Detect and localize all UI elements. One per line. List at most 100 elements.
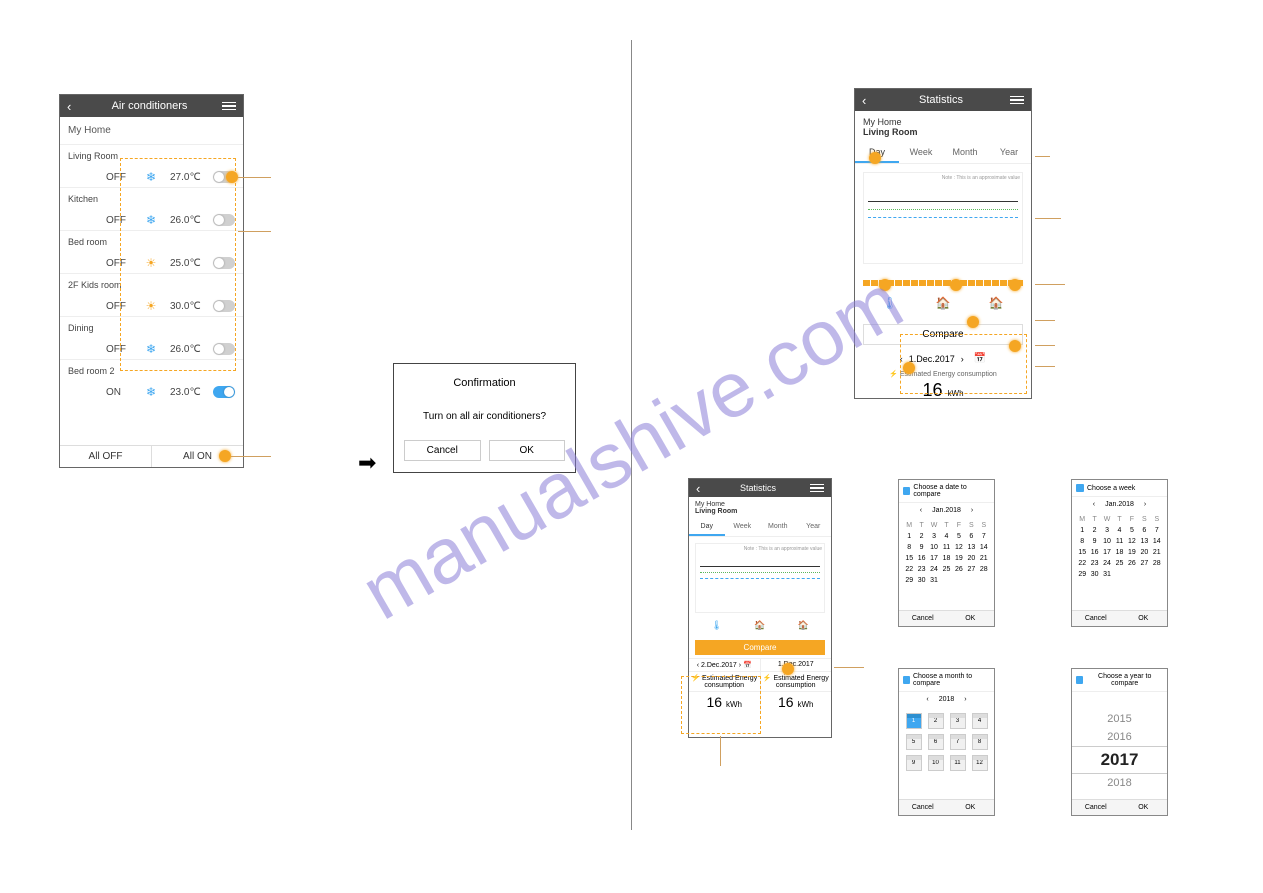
next-icon[interactable]: › (971, 507, 973, 514)
month-cell[interactable]: 12 (972, 755, 988, 771)
tab-year[interactable]: Year (796, 519, 832, 536)
cancel-button[interactable]: Cancel (1072, 611, 1120, 626)
day-cell[interactable]: 18 (1113, 547, 1125, 558)
day-cell[interactable]: 1 (903, 531, 915, 542)
month-grid[interactable]: 123456789101112 (899, 707, 994, 777)
year-option[interactable]: 2015 (1072, 710, 1167, 728)
year-list[interactable]: 2015 2016 2017 2018 (1072, 692, 1167, 792)
day-cell[interactable]: 14 (978, 542, 990, 553)
day-cell[interactable]: 5 (1126, 525, 1138, 536)
year-option-selected[interactable]: 2017 (1072, 746, 1167, 774)
next-icon[interactable]: › (1144, 501, 1146, 508)
day-cell[interactable]: 23 (1088, 558, 1100, 569)
day-cell[interactable]: 4 (940, 531, 952, 542)
ok-button[interactable]: OK (1120, 800, 1168, 815)
prev-icon[interactable]: ‹ (926, 696, 928, 703)
day-cell[interactable]: 9 (915, 542, 927, 553)
month-cell[interactable]: 9 (906, 755, 922, 771)
tab-month[interactable]: Month (760, 519, 796, 536)
cancel-button[interactable]: Cancel (899, 800, 947, 815)
day-cell[interactable]: 9 (1088, 536, 1100, 547)
day-cell[interactable]: 12 (953, 542, 965, 553)
day-cell[interactable]: 11 (1113, 536, 1125, 547)
calendar-grid[interactable]: MTWTFSS123456789101112131415161718192021… (1072, 512, 1167, 582)
day-cell[interactable]: 21 (1151, 547, 1163, 558)
day-cell[interactable]: 7 (978, 531, 990, 542)
day-cell[interactable]: 4 (1113, 525, 1125, 536)
day-cell[interactable]: 8 (1076, 536, 1088, 547)
day-cell[interactable]: 8 (903, 542, 915, 553)
day-cell[interactable]: 14 (1151, 536, 1163, 547)
back-icon[interactable]: ‹ (67, 99, 77, 114)
cancel-button[interactable]: Cancel (899, 611, 947, 626)
day-cell[interactable]: 27 (965, 564, 977, 575)
thermometer-icon[interactable]: 🌡 (883, 296, 897, 310)
day-cell[interactable]: 30 (915, 575, 927, 586)
month-cell[interactable]: 6 (928, 734, 944, 750)
power-toggle[interactable] (213, 386, 235, 398)
day-cell[interactable]: 25 (940, 564, 952, 575)
power-toggle[interactable] (213, 343, 235, 355)
day-cell[interactable]: 26 (953, 564, 965, 575)
day-cell[interactable]: 2 (1088, 525, 1100, 536)
day-cell[interactable]: 27 (1138, 558, 1150, 569)
day-cell[interactable]: 23 (915, 564, 927, 575)
thermometer-icon[interactable]: 🌡 (712, 620, 722, 630)
power-toggle[interactable] (213, 257, 235, 269)
menu-icon[interactable] (222, 102, 236, 111)
day-cell[interactable]: 24 (928, 564, 940, 575)
day-cell[interactable]: 29 (1076, 569, 1088, 580)
day-cell[interactable]: 10 (1101, 536, 1113, 547)
prev-icon[interactable]: ‹ (900, 354, 903, 364)
power-toggle[interactable] (213, 214, 235, 226)
month-cell[interactable]: 5 (906, 734, 922, 750)
house-dark-icon[interactable]: 🏠 (989, 296, 1003, 310)
ok-button[interactable]: OK (947, 800, 995, 815)
day-cell[interactable]: 28 (1151, 558, 1163, 569)
month-cell[interactable]: 2 (928, 713, 944, 729)
day-cell[interactable]: 5 (953, 531, 965, 542)
cancel-button[interactable]: Cancel (1072, 800, 1120, 815)
month-cell[interactable]: 8 (972, 734, 988, 750)
day-cell[interactable]: 15 (903, 553, 915, 564)
day-cell[interactable]: 22 (903, 564, 915, 575)
day-cell[interactable]: 20 (1138, 547, 1150, 558)
day-cell[interactable]: 19 (953, 553, 965, 564)
day-cell[interactable]: 12 (1126, 536, 1138, 547)
month-cell[interactable]: 7 (950, 734, 966, 750)
day-cell[interactable]: 16 (1088, 547, 1100, 558)
ok-button[interactable]: OK (947, 611, 995, 626)
day-cell[interactable]: 16 (915, 553, 927, 564)
calendar-grid[interactable]: MTWTFSS123456789101112131415161718192021… (899, 518, 994, 588)
cancel-button[interactable]: Cancel (404, 440, 481, 461)
next-icon[interactable]: › (961, 354, 964, 364)
calendar-icon[interactable]: 📅 (974, 353, 986, 364)
day-cell[interactable]: 6 (1138, 525, 1150, 536)
compare-button[interactable]: Compare (863, 324, 1023, 345)
year-option[interactable]: 2016 (1072, 728, 1167, 746)
day-cell[interactable]: 30 (1088, 569, 1100, 580)
month-cell[interactable]: 1 (906, 713, 922, 729)
day-cell[interactable]: 6 (965, 531, 977, 542)
day-cell[interactable]: 22 (1076, 558, 1088, 569)
prev-icon[interactable]: ‹ (920, 507, 922, 514)
day-cell[interactable]: 10 (928, 542, 940, 553)
ok-button[interactable]: OK (489, 440, 566, 461)
tab-month[interactable]: Month (943, 143, 987, 163)
day-cell[interactable]: 20 (965, 553, 977, 564)
day-cell[interactable]: 29 (903, 575, 915, 586)
day-cell[interactable]: 31 (1101, 569, 1113, 580)
day-cell[interactable]: 24 (1101, 558, 1113, 569)
back-icon[interactable]: ‹ (696, 481, 706, 496)
day-cell[interactable]: 17 (1101, 547, 1113, 558)
menu-icon[interactable] (1010, 96, 1024, 105)
tab-year[interactable]: Year (987, 143, 1031, 163)
day-cell[interactable]: 3 (1101, 525, 1113, 536)
tab-week[interactable]: Week (725, 519, 761, 536)
tab-day[interactable]: Day (689, 519, 725, 536)
day-cell[interactable]: 28 (978, 564, 990, 575)
ok-button[interactable]: OK (1120, 611, 1168, 626)
back-icon[interactable]: ‹ (862, 93, 872, 108)
house-dark-icon[interactable]: 🏠 (798, 620, 808, 630)
prev-icon[interactable]: ‹ (1093, 501, 1095, 508)
